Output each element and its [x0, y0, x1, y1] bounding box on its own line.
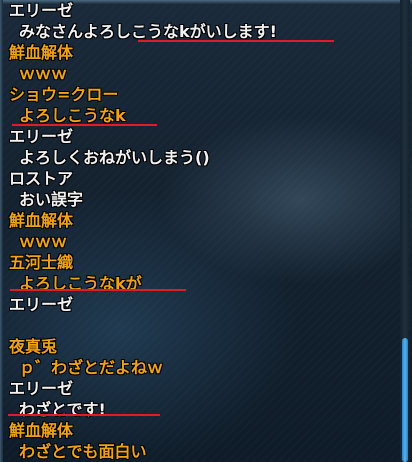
chat-message: 鮮血解体 ｗｗｗ: [9, 42, 395, 84]
chat-message: エリーゼ: [9, 294, 395, 336]
chat-message: 夜真兎 ｐ゛わざとだよねｗ: [9, 336, 395, 378]
chat-scrollbar[interactable]: [400, 0, 410, 462]
chat-message: ロストア おい誤字: [9, 168, 395, 210]
message-sender: 鮮血解体: [9, 211, 74, 230]
message-sender: 鮮血解体: [9, 421, 74, 440]
window-left-frame: [0, 0, 3, 462]
message-text: よろしくおねがいしまう(): [19, 148, 210, 167]
chat-log: エリーゼ みなさんよろしこうなkがいします! 鮮血解体 ｗｗｗ ショウ=クロー …: [9, 0, 395, 462]
message-text: みなさんよろしこうなkがいします!: [19, 22, 277, 41]
message-sender: 鮮血解体: [9, 43, 74, 62]
message-sender: 夜真兎: [9, 337, 58, 356]
message-text: ｗｗｗ: [19, 232, 68, 251]
red-underline-mark: [138, 40, 334, 42]
scrollbar-thumb[interactable]: [402, 338, 408, 462]
message-text: ｗｗｗ: [19, 64, 68, 83]
chat-message: エリーゼ よろしくおねがいしまう(): [9, 126, 395, 168]
chat-message: 五河士織 よろしこうなkが: [9, 252, 395, 294]
message-text: [9, 315, 19, 336]
chat-window: エリーゼ みなさんよろしこうなkがいします! 鮮血解体 ｗｗｗ ショウ=クロー …: [0, 0, 412, 462]
message-text: わざとです!: [19, 400, 106, 419]
message-sender: エリーゼ: [9, 379, 74, 398]
message-sender: ショウ=クロー: [9, 85, 119, 104]
message-sender: エリーゼ: [9, 1, 74, 20]
message-text: わざとでも面白い: [19, 442, 147, 461]
chat-message: ショウ=クロー よろしこうなk: [9, 84, 395, 126]
chat-message: エリーゼ みなさんよろしこうなkがいします!: [9, 0, 395, 42]
message-sender: エリーゼ: [9, 295, 74, 314]
message-sender: 五河士織: [9, 253, 74, 272]
red-underline-mark: [10, 289, 186, 291]
message-text: よろしこうなk: [19, 106, 126, 125]
message-text: ｐ゛わざとだよねｗ: [19, 358, 164, 377]
message-sender: エリーゼ: [9, 127, 74, 146]
chat-message: 鮮血解体 わざとでも面白い: [9, 420, 395, 462]
chat-message: 鮮血解体 ｗｗｗ: [9, 210, 395, 252]
message-sender: ロストア: [9, 169, 74, 188]
red-underline-mark: [12, 124, 157, 126]
message-text: おい誤字: [19, 190, 84, 209]
red-underline-mark: [8, 414, 160, 416]
